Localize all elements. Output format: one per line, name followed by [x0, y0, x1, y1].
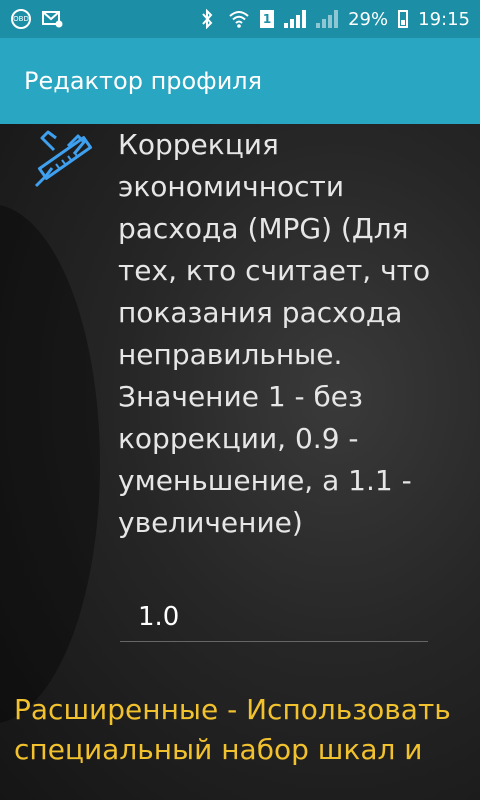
signal-icon [316, 10, 339, 28]
clock: 19:15 [418, 8, 470, 30]
obd-badge: OBD [11, 9, 31, 29]
sim-icon: 1 [260, 10, 275, 28]
caliper-icon [32, 130, 98, 190]
background-shadow [0, 204, 100, 724]
status-bar-left: OBD [10, 9, 64, 29]
profile-editor-content: Коррекция экономичности расхода (MPG) (Д… [0, 124, 480, 800]
setting-description: Коррекция экономичности расхода (MPG) (Д… [118, 128, 431, 539]
battery-charging-icon [398, 10, 409, 28]
mail-icon [42, 9, 64, 29]
battery-percent: 29% [348, 8, 389, 30]
mpg-correction-input[interactable] [120, 592, 428, 642]
app-toolbar: Редактор профиля [0, 38, 480, 124]
wifi-icon [228, 9, 250, 29]
page-title: Редактор профиля [24, 67, 263, 95]
bluetooth-icon [196, 9, 218, 29]
status-bar: OBD 1 29% 19:15 [0, 0, 480, 38]
advanced-setting-label[interactable]: Расширенные - Использовать специальный н… [14, 690, 474, 770]
signal-icon [284, 10, 307, 28]
status-bar-right: 1 29% 19:15 [196, 9, 470, 30]
obd-icon: OBD [10, 9, 32, 29]
